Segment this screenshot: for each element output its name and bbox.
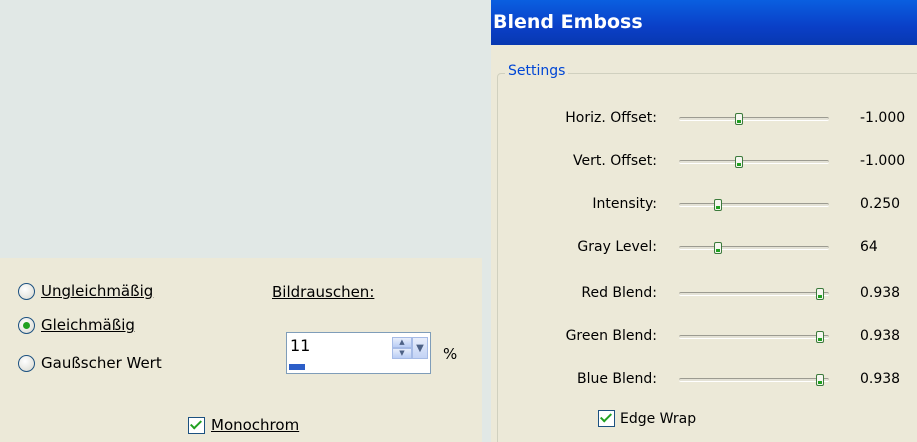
slider-track[interactable]	[679, 288, 829, 300]
radio-label: Gleichmäßig	[41, 316, 135, 334]
slider-thumb[interactable]	[735, 113, 743, 125]
radio-label: Gaußscher Wert	[41, 354, 162, 372]
monochrome-checkbox[interactable]	[188, 416, 205, 434]
slider-value: 0.938	[860, 328, 901, 344]
noise-level-bar	[289, 364, 305, 370]
check-icon	[189, 416, 203, 430]
slider-track[interactable]	[679, 331, 829, 343]
check-icon	[599, 410, 613, 423]
slider-thumb[interactable]	[735, 156, 743, 168]
slider-track[interactable]	[679, 242, 829, 254]
slider-value: 0.938	[860, 371, 901, 387]
radio-button[interactable]	[18, 354, 35, 372]
edge-wrap-checkbox-row[interactable]: Edge Wrap	[598, 410, 696, 427]
dropdown-chevron-icon[interactable]: ▼	[412, 337, 428, 359]
noise-panel: Ungleichmäßig Gleichmäßig Gaußscher Wert…	[0, 258, 482, 442]
slider-row-horiz-offset: Horiz. Offset: -1.000	[491, 108, 917, 132]
slider-label: Gray Level:	[577, 239, 657, 255]
slider-thumb[interactable]	[816, 288, 824, 300]
slider-row-gray-level: Gray Level: 64	[491, 237, 917, 261]
slider-label: Vert. Offset:	[572, 153, 657, 169]
slider-thumb[interactable]	[714, 242, 722, 254]
slider-label: Red Blend:	[581, 285, 657, 301]
radio-gaussscher-wert[interactable]: Gaußscher Wert	[18, 354, 162, 372]
radio-button[interactable]	[18, 282, 35, 300]
slider-value: -1.000	[860, 110, 906, 126]
slider-thumb[interactable]	[714, 199, 722, 211]
slider-value: -1.000	[860, 153, 906, 169]
percent-label: %	[443, 345, 458, 363]
monochrome-label: Monochrom	[211, 416, 300, 434]
slider-row-intensity: Intensity: 0.250	[491, 194, 917, 218]
slider-thumb[interactable]	[816, 374, 824, 386]
blend-emboss-dialog: Blend Emboss Settings Horiz. Offset: -1.…	[491, 0, 917, 442]
slider-label: Horiz. Offset:	[565, 110, 657, 126]
noise-amount-value[interactable]: 11	[290, 336, 310, 355]
dialog-title: Blend Emboss	[491, 0, 917, 45]
slider-track[interactable]	[679, 156, 829, 168]
slider-label: Intensity:	[592, 196, 657, 212]
slider-value: 0.938	[860, 285, 901, 301]
radio-label: Ungleichmäßig	[41, 282, 154, 300]
slider-track[interactable]	[679, 374, 829, 386]
slider-row-red-blend: Red Blend: 0.938	[491, 283, 917, 307]
slider-label: Blue Blend:	[576, 371, 657, 387]
slider-row-green-blend: Green Blend: 0.938	[491, 326, 917, 350]
radio-button[interactable]	[18, 316, 35, 334]
monochrome-checkbox-row[interactable]: Monochrom	[188, 416, 299, 434]
slider-label: Green Blend:	[565, 328, 657, 344]
spin-up-icon[interactable]: ▲	[392, 337, 412, 348]
slider-track[interactable]	[679, 113, 829, 125]
spin-down-icon[interactable]: ▼	[392, 348, 412, 359]
slider-thumb[interactable]	[816, 331, 824, 343]
slider-value: 0.250	[860, 196, 901, 212]
slider-row-blue-blend: Blue Blend: 0.938	[491, 369, 917, 393]
slider-row-vert-offset: Vert. Offset: -1.000	[491, 151, 917, 175]
edge-wrap-label: Edge Wrap	[620, 410, 697, 427]
radio-gleichmaessig[interactable]: Gleichmäßig	[18, 316, 135, 334]
edge-wrap-checkbox[interactable]	[598, 410, 615, 427]
spin-buttons[interactable]: ▲ ▼	[392, 337, 412, 359]
radio-ungleichmaessig[interactable]: Ungleichmäßig	[18, 282, 153, 300]
noise-amount-label: Bildrauschen:	[272, 283, 375, 301]
slider-track[interactable]	[679, 199, 829, 211]
settings-legend: Settings	[505, 63, 569, 79]
noise-amount-spinbox[interactable]: 11 ▲ ▼ ▼	[286, 332, 431, 374]
slider-value: 64	[860, 239, 878, 255]
